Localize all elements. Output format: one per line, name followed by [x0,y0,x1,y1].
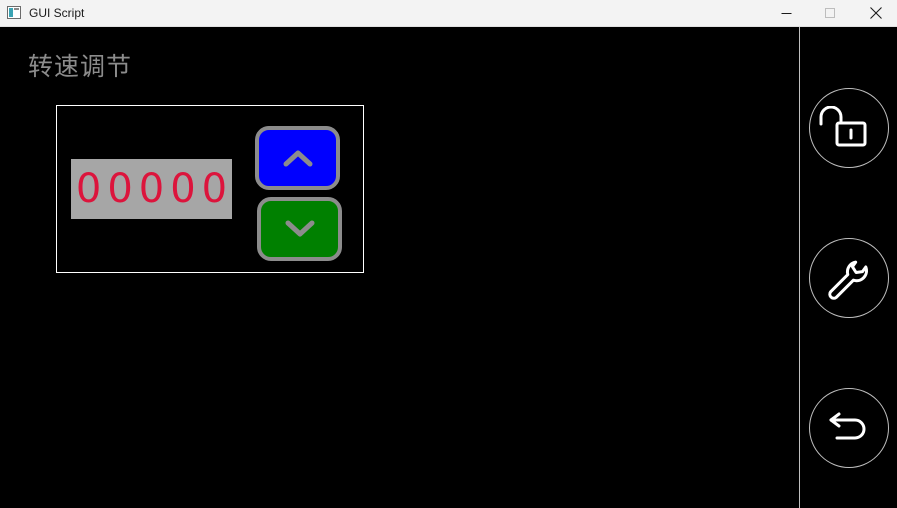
window-title: GUI Script [29,6,85,20]
close-icon [870,7,882,19]
wrench-icon [828,260,868,300]
unlock-icon [819,106,867,147]
chevron-up-icon [283,150,312,167]
sidebar-divider [799,27,800,508]
page-title: 转速调节 [28,52,133,81]
unlock-button[interactable] [809,88,889,168]
back-arrow-icon [829,412,866,440]
back-button[interactable] [809,388,889,468]
maximize-icon [824,7,835,18]
app-icon [7,6,21,19]
speed-up-button[interactable] [255,126,340,190]
settings-button[interactable] [809,238,889,318]
speed-value: 00000 [75,166,234,212]
speed-control-panel: 00000 [56,105,364,273]
speed-display: 00000 [71,159,232,219]
app-window: GUI Script 转速调节 00000 [0,0,897,508]
close-button[interactable] [853,0,897,26]
chevron-down-icon [285,220,314,237]
title-bar[interactable]: GUI Script [0,0,897,27]
main-content: 转速调节 00000 [0,27,897,508]
minimize-icon [781,12,791,14]
minimize-button[interactable] [763,0,809,26]
speed-down-button[interactable] [257,197,342,261]
maximize-button[interactable] [807,0,853,26]
